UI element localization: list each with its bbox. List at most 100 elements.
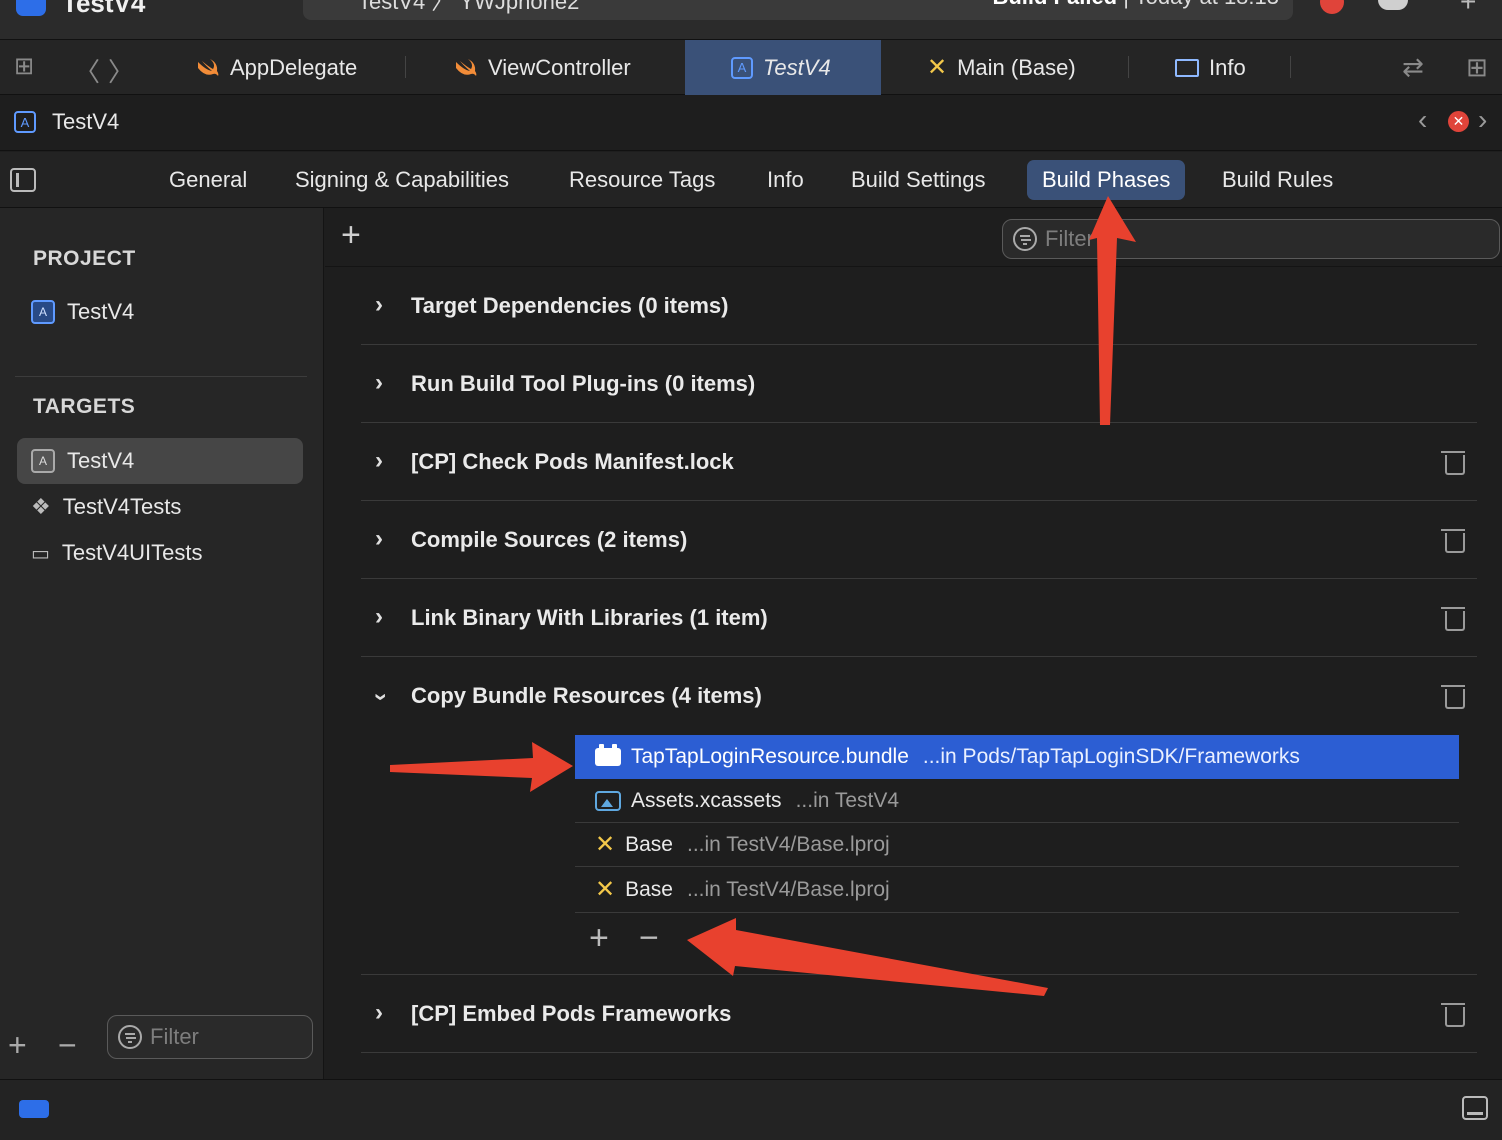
trash-icon[interactable] (1441, 1001, 1465, 1027)
cloud-icon[interactable] (1378, 0, 1408, 10)
build-status[interactable]: Build Failed | Today at 18:13 (992, 0, 1279, 10)
chevron-down-icon[interactable]: › (367, 693, 395, 701)
previous-issue-icon[interactable]: ‹ (1418, 104, 1427, 136)
resource-name: TapTapLoginResource.bundle (631, 744, 909, 768)
tab-build-phases[interactable]: Build Phases (1027, 160, 1186, 200)
swift-icon (198, 58, 219, 76)
tab-main-base[interactable]: ✕ Main (Base) (915, 40, 1129, 95)
tab-build-rules[interactable]: Build Rules (1207, 160, 1348, 200)
resource-list-footer: + − (575, 913, 1459, 969)
sidebar-item-target-tests[interactable]: ❖ TestV4Tests (17, 484, 303, 530)
phase-label: [CP] Check Pods Manifest.lock (411, 449, 734, 474)
tab-info[interactable]: Info (752, 160, 819, 200)
next-issue-icon[interactable]: › (1478, 104, 1487, 136)
resource-row[interactable]: ✕ Base ...in TestV4/Base.lproj (575, 867, 1459, 913)
sidebar-item-label: TestV4Tests (62, 494, 182, 519)
sidebar-toggle-icon[interactable] (10, 168, 36, 192)
targets-section-header: TARGETS (33, 395, 136, 418)
trash-icon[interactable] (1441, 449, 1465, 475)
add-target-icon[interactable]: + (8, 1027, 27, 1064)
activity-viewer[interactable]: TestV4 〉 YWJphone2 Build Failed | Today … (303, 0, 1293, 20)
copy-bundle-resources-list: TapTapLoginResource.bundle ...in Pods/Ta… (575, 735, 1459, 969)
related-items-icon[interactable]: ⊞ (14, 52, 34, 81)
tab-appdelegate[interactable]: AppDelegate (184, 40, 406, 95)
tab-build-settings[interactable]: Build Settings (836, 160, 1001, 200)
chevron-right-icon[interactable]: › (375, 447, 383, 475)
sidebar-item-label: TestV4 (67, 448, 135, 473)
trash-icon[interactable] (1441, 527, 1465, 553)
sidebar-filter-field[interactable]: Filter (107, 1015, 313, 1059)
add-build-phase-icon[interactable]: + (341, 216, 361, 255)
resource-row[interactable]: Assets.xcassets ...in TestV4 (575, 779, 1459, 823)
error-badge-icon[interactable]: ✕ (1448, 111, 1469, 132)
build-phases-filter-field[interactable]: Filter (1002, 219, 1500, 259)
build-status-result: Build Failed (992, 0, 1117, 9)
chevron-right-icon[interactable]: › (375, 369, 383, 397)
tab-label: Main (Base) (957, 54, 1076, 80)
debug-status-bar (0, 1079, 1502, 1140)
tab-separator (405, 56, 406, 78)
project-icon: A (14, 111, 36, 133)
debug-area-toggle-icon[interactable] (1462, 1096, 1488, 1120)
remove-resource-icon[interactable]: − (639, 919, 659, 958)
sidebar-item-label: TestV4 (67, 299, 135, 324)
sidebar-item-target-uitests[interactable]: ▭ TestV4UITests (17, 530, 303, 576)
project-icon: A (731, 56, 753, 79)
bundle-icon (595, 743, 621, 766)
tab-viewcontroller[interactable]: ViewController (442, 40, 685, 95)
resource-name: Assets.xcassets (631, 788, 782, 812)
library-plus-icon[interactable]: + (1460, 0, 1476, 18)
phase-label: Target Dependencies (0 items) (411, 293, 729, 318)
phase-label: Copy Bundle Resources (4 items) (411, 683, 762, 708)
back-arrow-icon[interactable]: 〈 (74, 52, 100, 89)
xcode-project-icon (16, 0, 46, 16)
resource-location: ...in TestV4 (795, 788, 900, 812)
resource-name: Base (625, 832, 673, 856)
scheme-destination[interactable]: TestV4 〉 YWJphone2 (358, 0, 579, 16)
chevron-right-icon[interactable]: › (375, 291, 383, 319)
forward-arrow-icon[interactable]: 〉 (108, 52, 134, 89)
swap-editor-icon[interactable]: ⇄ (1402, 52, 1424, 83)
add-editor-icon[interactable]: ⊞ (1466, 52, 1488, 83)
jump-bar: A TestV4 ‹ ✕ › (0, 96, 1502, 151)
remove-target-icon[interactable]: − (58, 1027, 77, 1064)
chevron-right-icon[interactable]: › (375, 999, 383, 1027)
chevron-right-icon[interactable]: › (375, 525, 383, 553)
project-section-header: PROJECT (33, 247, 136, 270)
interface-builder-icon: ✕ (927, 54, 948, 81)
add-resource-icon[interactable]: + (589, 919, 609, 958)
plist-grid-icon (1175, 58, 1199, 77)
phase-link-binary[interactable]: › Link Binary With Libraries (1 item) (361, 579, 1477, 657)
filter-icon (118, 1025, 142, 1049)
tab-label: AppDelegate (230, 54, 358, 80)
editor-tab-bar: ⊞ 〈 〉 AppDelegate ViewController A TestV… (0, 40, 1502, 95)
phase-target-dependencies[interactable]: › Target Dependencies (0 items) (361, 267, 1477, 345)
unit-test-target-icon: ❖ (31, 494, 51, 519)
sidebar-item-project[interactable]: A TestV4 (17, 289, 303, 335)
tab-label: TestV4 (763, 54, 831, 80)
trash-icon[interactable] (1441, 683, 1465, 709)
phase-check-pods-manifest[interactable]: › [CP] Check Pods Manifest.lock (361, 423, 1477, 501)
phase-label: Run Build Tool Plug-ins (0 items) (411, 371, 756, 396)
project-icon: A (31, 300, 55, 324)
tab-info[interactable]: Info (1163, 40, 1291, 95)
breakpoints-toggle-icon[interactable] (19, 1100, 49, 1118)
tab-signing-capabilities[interactable]: Signing & Capabilities (280, 160, 524, 200)
resource-location: ...in Pods/TapTapLoginSDK/Frameworks (922, 744, 1300, 768)
phase-run-build-tool-plugins[interactable]: › Run Build Tool Plug-ins (0 items) (361, 345, 1477, 423)
tab-resource-tags[interactable]: Resource Tags (554, 160, 730, 200)
error-indicator-icon[interactable] (1320, 0, 1344, 14)
project-editor-tabs: General Signing & Capabilities Resource … (0, 152, 1502, 208)
phase-embed-pods-frameworks[interactable]: › [CP] Embed Pods Frameworks (361, 975, 1477, 1053)
project-targets-sidebar: PROJECT A TestV4 TARGETS A TestV4 ❖ Test… (0, 208, 324, 1079)
chevron-right-icon[interactable]: › (375, 603, 383, 631)
resource-row[interactable]: TapTapLoginResource.bundle ...in Pods/Ta… (575, 735, 1459, 779)
resource-row[interactable]: ✕ Base ...in TestV4/Base.lproj (575, 823, 1459, 867)
tab-testv4[interactable]: A TestV4 (685, 40, 881, 95)
tab-general[interactable]: General (154, 160, 262, 200)
sidebar-item-target-testv4[interactable]: A TestV4 (17, 438, 303, 484)
sidebar-item-label: TestV4UITests (61, 540, 203, 565)
jump-bar-project[interactable]: TestV4 (52, 109, 119, 135)
trash-icon[interactable] (1441, 605, 1465, 631)
phase-compile-sources[interactable]: › Compile Sources (2 items) (361, 501, 1477, 579)
